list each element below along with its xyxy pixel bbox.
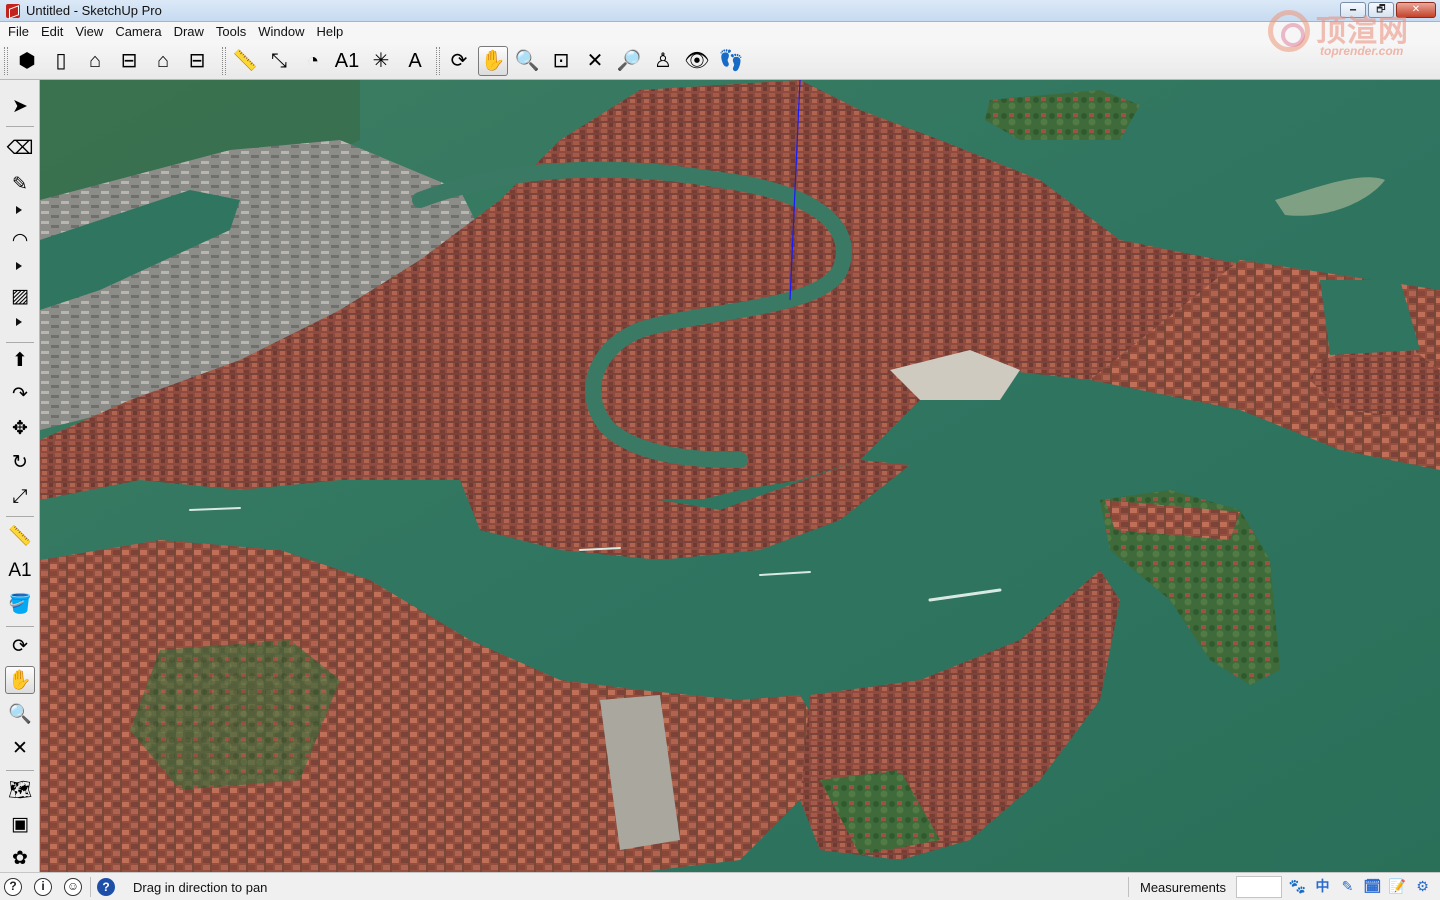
top-view-icon[interactable]: ▯ bbox=[46, 46, 76, 76]
zoom-icon[interactable]: 🔍 bbox=[512, 46, 542, 76]
sketchup-logo-icon bbox=[6, 3, 20, 18]
menu-tools[interactable]: Tools bbox=[210, 22, 252, 41]
orbit-icon[interactable]: ⟳ bbox=[444, 46, 474, 76]
user-icon[interactable]: ☺ bbox=[64, 878, 82, 896]
menu-camera[interactable]: Camera bbox=[109, 22, 167, 41]
3d-text-icon[interactable]: A bbox=[400, 46, 430, 76]
pan-icon[interactable]: ✋ bbox=[5, 666, 35, 694]
construction-toolbar: 📏 ⤡ ◔ A1 ✳ A bbox=[222, 44, 434, 77]
flyout-arrow-icon[interactable] bbox=[16, 318, 22, 326]
ime-settings-icon[interactable]: ⚙ bbox=[1413, 877, 1432, 896]
status-divider bbox=[1128, 877, 1129, 897]
front-view-icon[interactable]: ⌂ bbox=[80, 46, 110, 76]
iso-view-icon[interactable]: ⬢ bbox=[12, 46, 42, 76]
move-icon[interactable]: ✥ bbox=[5, 414, 35, 442]
menu-bar: File Edit View Camera Draw Tools Window … bbox=[0, 22, 1440, 41]
status-divider bbox=[90, 877, 91, 897]
orbit-icon[interactable]: ⟳ bbox=[5, 632, 35, 660]
right-view-icon[interactable]: ⊟ bbox=[114, 46, 144, 76]
credits-icon[interactable]: i bbox=[34, 878, 52, 896]
ime-chinese-icon[interactable]: 中 bbox=[1313, 877, 1332, 896]
toolbar-grip[interactable] bbox=[222, 46, 226, 75]
tape-measure-icon[interactable]: 📏 bbox=[230, 46, 260, 76]
axes-icon[interactable]: ✳ bbox=[366, 46, 396, 76]
watermark-logo-icon bbox=[1268, 10, 1310, 52]
toolbar-divider bbox=[6, 342, 34, 343]
title-bar: Untitled - SketchUp Pro 🗕 🗗 ✕ bbox=[0, 0, 1440, 22]
menu-file[interactable]: File bbox=[2, 22, 35, 41]
menu-view[interactable]: View bbox=[69, 22, 109, 41]
window-title: Untitled - SketchUp Pro bbox=[26, 3, 162, 18]
toolbar-grip[interactable] bbox=[4, 46, 8, 75]
menu-help[interactable]: Help bbox=[311, 22, 350, 41]
toolbar-divider bbox=[6, 626, 34, 627]
watermark: 顶渲网 toprender.com bbox=[1268, 6, 1428, 60]
menu-draw[interactable]: Draw bbox=[168, 22, 210, 41]
status-hint: Drag in direction to pan bbox=[133, 880, 268, 895]
walk-icon[interactable]: 👣 bbox=[716, 46, 746, 76]
warehouse-icon[interactable]: ▣ bbox=[5, 810, 35, 838]
toolbar-divider bbox=[6, 516, 34, 517]
select-icon[interactable]: ➤ bbox=[5, 92, 35, 120]
measurements-label: Measurements bbox=[1140, 880, 1226, 895]
extension-icon[interactable]: ✿ bbox=[5, 844, 35, 872]
status-bar: ? i ☺ ? Drag in direction to pan Measure… bbox=[0, 872, 1440, 900]
ime-notes-icon[interactable]: 📝 bbox=[1388, 877, 1407, 896]
pencil-icon[interactable]: ✎ bbox=[5, 170, 35, 198]
ime-pen-icon[interactable]: ✎ bbox=[1338, 877, 1357, 896]
look-around-icon[interactable]: 👁 bbox=[682, 46, 712, 76]
toolbar-divider bbox=[6, 126, 34, 127]
venice-aerial-model bbox=[40, 80, 1440, 872]
zoom-window-icon[interactable]: ⊡ bbox=[546, 46, 576, 76]
dimension-icon[interactable]: ⤡ bbox=[264, 46, 294, 76]
watermark-en: toprender.com bbox=[1320, 44, 1404, 58]
toolbar-divider bbox=[6, 770, 34, 771]
protractor-icon[interactable]: ◔ bbox=[298, 46, 328, 76]
map-icon[interactable]: 🗺 bbox=[5, 776, 35, 804]
ime-paw-icon[interactable]: 🐾 bbox=[1288, 877, 1307, 896]
views-toolbar: ⬢ ▯ ⌂ ⊟ ⌂ ⊟ bbox=[4, 44, 216, 77]
flyout-arrow-icon[interactable] bbox=[16, 262, 22, 270]
toolbar-grip[interactable] bbox=[436, 46, 440, 75]
camera-toolbar: ⟳ ✋ 🔍 ⊡ ✕ 🔎 ♙ 👁 👣 bbox=[436, 44, 750, 77]
text-icon[interactable]: A1 bbox=[332, 46, 362, 76]
paint-bucket-icon[interactable]: 🪣 bbox=[5, 590, 35, 618]
tape-measure-icon[interactable]: 📏 bbox=[5, 522, 35, 550]
left-view-icon[interactable]: ⊟ bbox=[182, 46, 212, 76]
arc-icon[interactable]: ◠ bbox=[5, 226, 35, 254]
ime-toolbar: 🐾 中 ✎ 🗓 📝 ⚙ bbox=[1288, 877, 1432, 896]
geo-location-icon[interactable]: ? bbox=[4, 878, 22, 896]
follow-me-icon[interactable]: ↷ bbox=[5, 380, 35, 408]
zoom-extents-icon[interactable]: ✕ bbox=[5, 734, 35, 762]
sketchup-window: Untitled - SketchUp Pro 🗕 🗗 ✕ 顶渲网 topren… bbox=[0, 0, 1440, 900]
eraser-icon[interactable]: ⌫ bbox=[5, 134, 35, 162]
menu-edit[interactable]: Edit bbox=[35, 22, 69, 41]
large-toolset: ➤ ⌫ ✎ ◠ ▨ ⬆ ↷ ✥ ↻ ⤢ 📏 A1 🪣 ⟳ ✋ 🔍 ✕ 🗺 ▣ ✿ bbox=[0, 80, 40, 872]
flyout-arrow-icon[interactable] bbox=[16, 206, 22, 214]
push-pull-icon[interactable]: ⬆ bbox=[5, 346, 35, 374]
text-icon[interactable]: A1 bbox=[5, 556, 35, 584]
previous-view-icon[interactable]: 🔎 bbox=[614, 46, 644, 76]
pan-icon[interactable]: ✋ bbox=[478, 45, 508, 76]
main-toolbar: ⬢ ▯ ⌂ ⊟ ⌂ ⊟ 📏 ⤡ ◔ A1 ✳ A ⟳ ✋ 🔍 ⊡ ✕ 🔎 ♙ 👁 👣 bbox=[0, 41, 1440, 80]
back-view-icon[interactable]: ⌂ bbox=[148, 46, 178, 76]
zoom-icon[interactable]: 🔍 bbox=[5, 700, 35, 728]
position-camera-icon[interactable]: ♙ bbox=[648, 46, 678, 76]
ime-calendar-icon[interactable]: 🗓 bbox=[1363, 877, 1382, 896]
rotate-icon[interactable]: ↻ bbox=[5, 448, 35, 476]
scale-icon[interactable]: ⤢ bbox=[5, 482, 35, 510]
measurements-input[interactable] bbox=[1236, 876, 1282, 898]
help-icon[interactable]: ? bbox=[97, 878, 115, 896]
model-viewport[interactable] bbox=[40, 80, 1440, 872]
menu-window[interactable]: Window bbox=[252, 22, 310, 41]
zoom-extents-icon[interactable]: ✕ bbox=[580, 46, 610, 76]
rectangle-icon[interactable]: ▨ bbox=[5, 282, 35, 310]
